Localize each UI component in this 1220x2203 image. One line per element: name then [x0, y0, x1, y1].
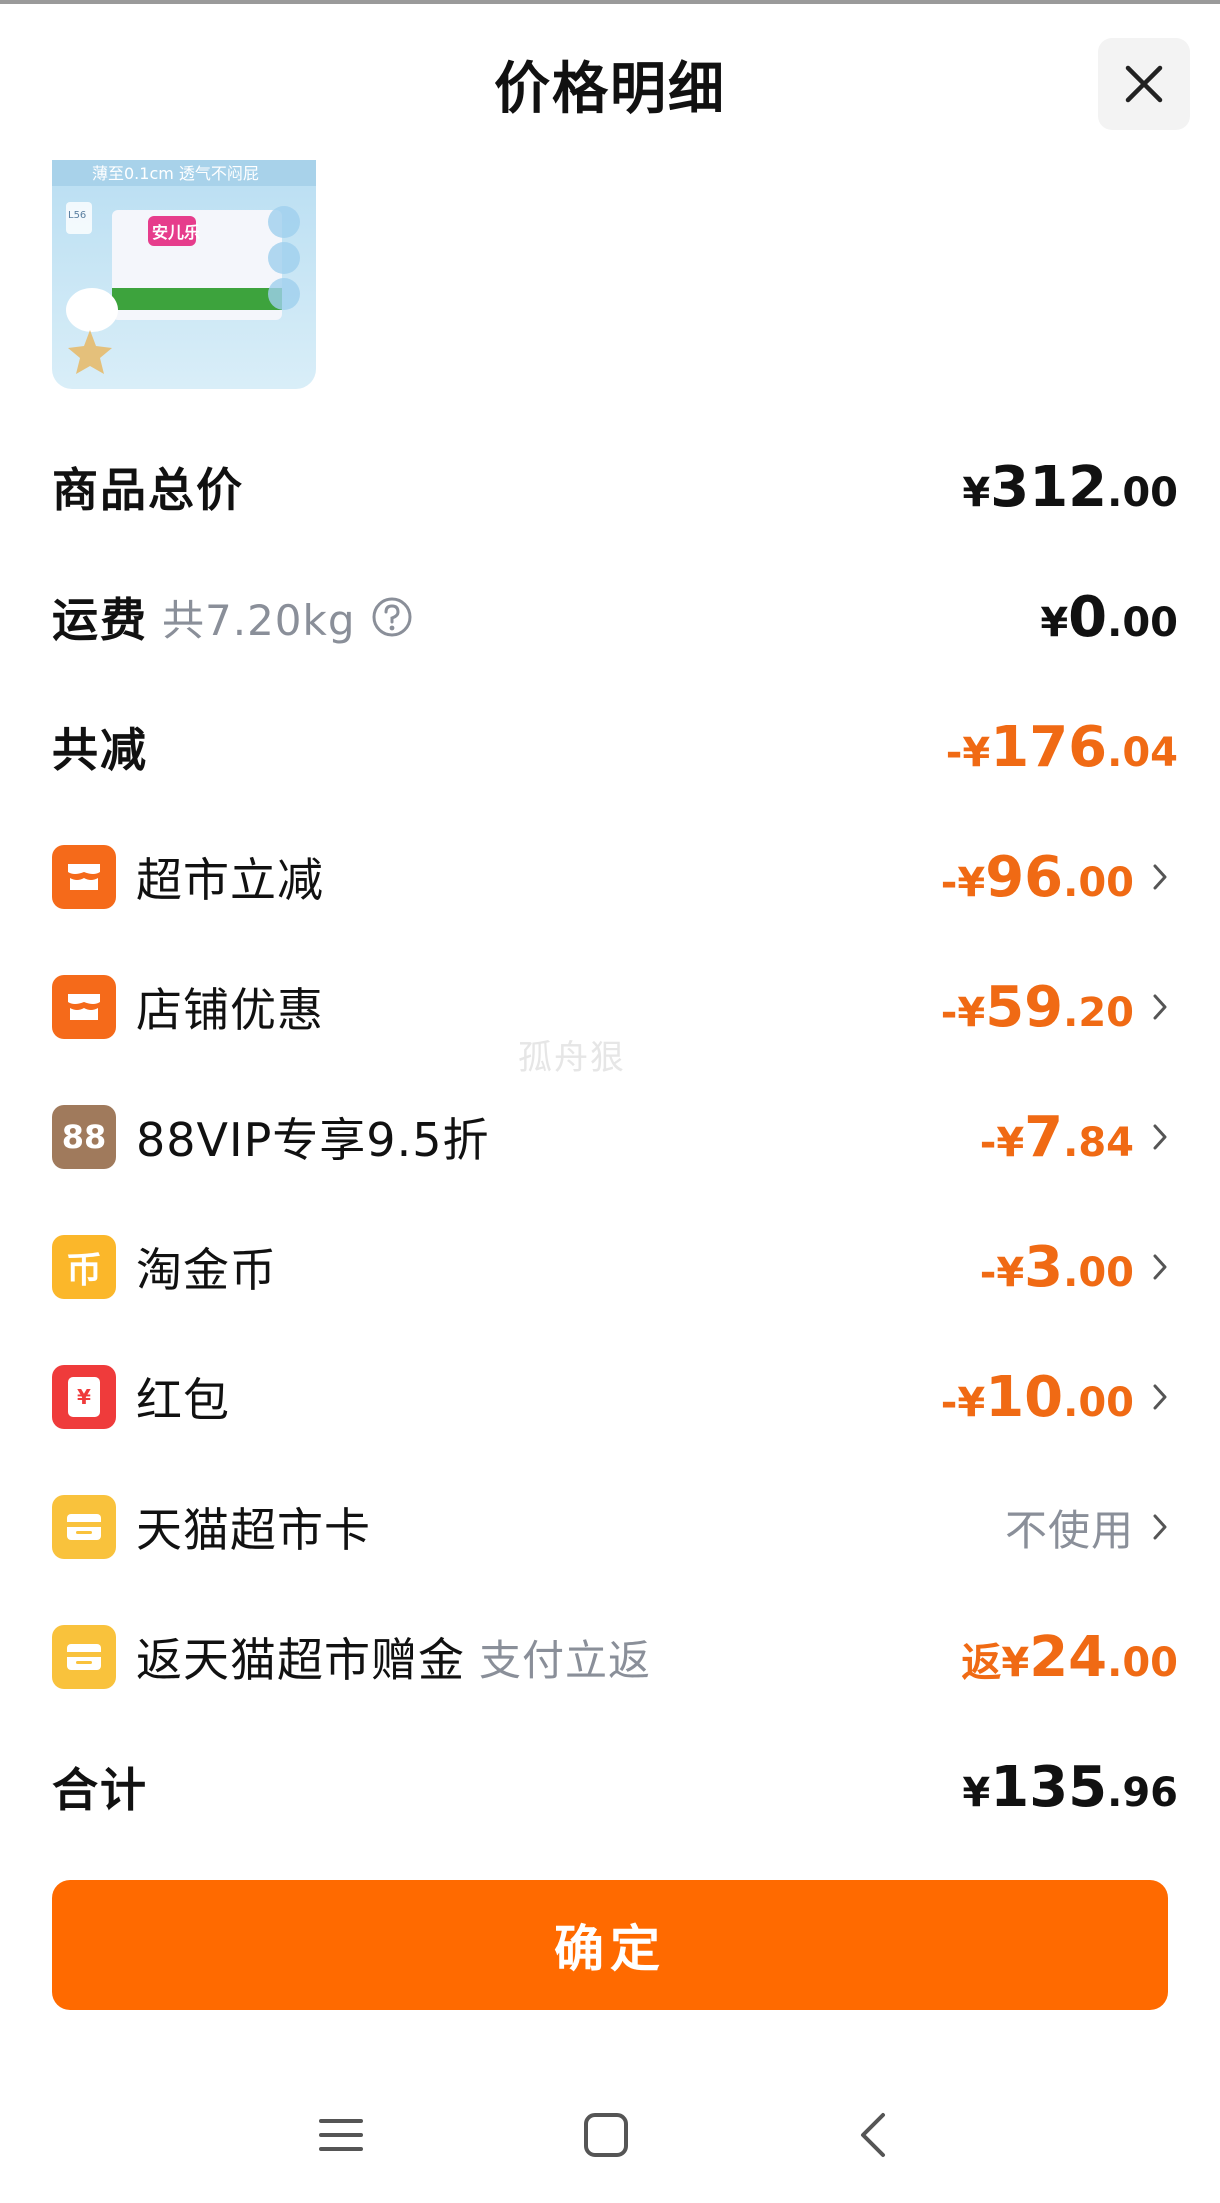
- coin-icon: 币: [52, 1235, 116, 1299]
- menu-icon: [319, 2119, 363, 2151]
- total-price-label: 商品总价: [52, 463, 244, 517]
- rebate-amount: 返¥ 24.00: [961, 1624, 1178, 1690]
- nav-home-button[interactable]: [561, 2090, 651, 2180]
- grand-total-amount: ¥135.96: [962, 1754, 1178, 1820]
- row-shipping: 运费 共7.20kg ¥0.00: [52, 577, 1178, 657]
- product-image: 薄至0.1cm 透气不闷屁 L56 安儿乐: [52, 160, 316, 389]
- confirm-button[interactable]: 确定: [52, 1880, 1168, 2010]
- watermark: 孤舟狠: [518, 1038, 626, 1078]
- shipping-label: 运费: [52, 593, 148, 647]
- vip-discount-label: 88VIP专享9.5折: [136, 1113, 490, 1167]
- tmall-card-status: 不使用: [1004, 1505, 1134, 1555]
- chevron-right-icon: [1142, 1227, 1178, 1307]
- vip-88-icon: 88: [52, 1105, 116, 1169]
- page-title: 价格明细: [494, 57, 726, 122]
- tmall-card-label: 天猫超市卡: [136, 1503, 371, 1557]
- row-grand-total: 合计 ¥135.96: [52, 1747, 1178, 1827]
- red-packet-amount: -¥ 10.00: [940, 1364, 1134, 1430]
- card-icon: [52, 1495, 116, 1559]
- sheet-header: 价格明细: [0, 0, 1220, 160]
- square-home-icon: [584, 2113, 628, 2157]
- coins-label: 淘金币: [136, 1243, 277, 1297]
- total-price-amount: ¥312.00: [962, 454, 1178, 520]
- supermarket-discount-label: 超市立减: [136, 853, 324, 907]
- row-vip-discount[interactable]: 88 88VIP专享9.5折 -¥ 7.84: [52, 1097, 1178, 1177]
- row-total-price: 商品总价 ¥312.00: [52, 447, 1178, 527]
- chevron-right-icon: [1142, 1487, 1178, 1567]
- close-button[interactable]: [1098, 38, 1190, 130]
- shop-icon: [52, 845, 116, 909]
- nav-back-button[interactable]: [828, 2090, 918, 2180]
- chevron-right-icon: [1142, 967, 1178, 1047]
- close-icon: [1125, 65, 1163, 103]
- supermarket-discount-amount: -¥ 96.00: [940, 844, 1134, 910]
- svg-text:L56: L56: [68, 210, 86, 221]
- row-total-discount: 共减 -¥ 176.04: [52, 707, 1178, 787]
- product-tagline: 薄至0.1cm 透气不闷屁: [92, 164, 259, 183]
- store-discount-amount: -¥ 59.20: [940, 974, 1134, 1040]
- product-thumbnail[interactable]: 薄至0.1cm 透气不闷屁 L56 安儿乐: [52, 160, 316, 389]
- svg-text:安儿乐: 安儿乐: [152, 223, 200, 242]
- chevron-right-icon: [1142, 837, 1178, 917]
- row-red-packet[interactable]: ¥ 红包 -¥ 10.00: [52, 1357, 1178, 1437]
- chevron-right-icon: [1142, 1357, 1178, 1437]
- shipping-weight: 共7.20kg: [162, 595, 356, 645]
- total-discount-amount: -¥ 176.04: [945, 714, 1178, 780]
- rebate-card-icon: [52, 1625, 116, 1689]
- back-chevron-icon: [861, 2113, 885, 2157]
- rebate-sublabel: 支付立返: [479, 1635, 652, 1685]
- shipping-amount: ¥0.00: [1040, 584, 1178, 650]
- row-tmall-rebate: 返天猫超市赠金 支付立返 返¥ 24.00: [52, 1617, 1178, 1697]
- nav-menu-button[interactable]: [296, 2090, 386, 2180]
- rebate-label: 返天猫超市赠金: [136, 1633, 465, 1687]
- total-discount-label: 共减: [52, 723, 148, 777]
- red-packet-icon: ¥: [52, 1365, 116, 1429]
- chevron-right-icon: [1142, 1097, 1178, 1177]
- row-supermarket-discount[interactable]: 超市立减 -¥ 96.00: [52, 837, 1178, 917]
- question-circle-icon[interactable]: [370, 595, 414, 639]
- store-discount-label: 店铺优惠: [136, 983, 324, 1037]
- grand-total-label: 合计: [52, 1763, 148, 1817]
- row-tmall-card[interactable]: 天猫超市卡 不使用: [52, 1487, 1178, 1567]
- system-nav-bar: [0, 2090, 1220, 2180]
- row-taobao-coins[interactable]: 币 淘金币 -¥ 3.00: [52, 1227, 1178, 1307]
- coins-amount: -¥ 3.00: [979, 1234, 1134, 1300]
- vip-discount-amount: -¥ 7.84: [979, 1104, 1134, 1170]
- red-packet-label: 红包: [136, 1373, 230, 1427]
- store-icon: [52, 975, 116, 1039]
